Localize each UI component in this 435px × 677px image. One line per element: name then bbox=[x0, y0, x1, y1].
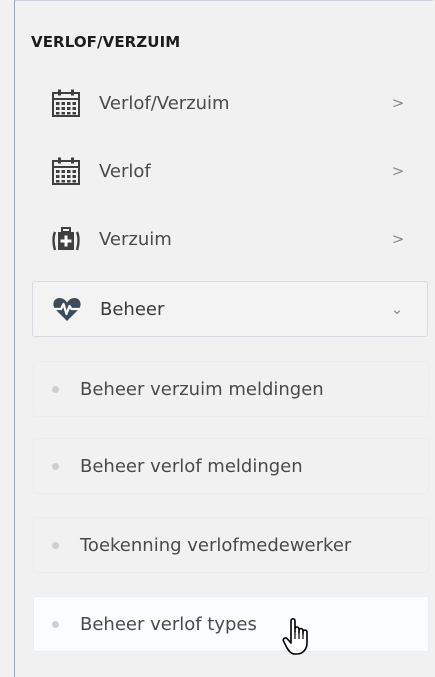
menu-item-verzuim[interactable]: Verzuim > bbox=[32, 213, 428, 265]
submenu-item-label: Toekenning verlofmedewerker bbox=[80, 534, 352, 556]
menu-item-verlof-verzuim[interactable]: Verlof/Verzuim > bbox=[32, 77, 428, 129]
menu-item-label: Verzuim bbox=[99, 228, 172, 250]
calendar-icon bbox=[51, 88, 81, 118]
medical-kit-icon bbox=[51, 224, 81, 254]
chevron-right-icon: > bbox=[391, 230, 405, 248]
menu-item-label: Verlof bbox=[99, 160, 151, 182]
chevron-right-icon: > bbox=[391, 162, 405, 180]
menu-item-label: Verlof/Verzuim bbox=[99, 92, 230, 114]
heartbeat-icon bbox=[52, 294, 82, 324]
menu-item-label: Beheer bbox=[100, 298, 165, 320]
submenu-item-beheer-verlof-types[interactable]: Beheer verlof types bbox=[33, 596, 429, 652]
submenu-item-beheer-verzuim-meldingen[interactable]: Beheer verzuim meldingen bbox=[33, 361, 429, 417]
sidebar-panel: VERLOF/VERZUIM Verlof/Verzuim > Verlof >… bbox=[14, 0, 433, 677]
hand-pointer-cursor-icon bbox=[282, 617, 308, 655]
bullet-icon bbox=[52, 620, 59, 628]
section-title: VERLOF/VERZUIM bbox=[31, 33, 181, 51]
submenu-item-label: Beheer verlof types bbox=[80, 613, 257, 635]
menu-item-verlof[interactable]: Verlof > bbox=[32, 145, 428, 197]
calendar-icon bbox=[51, 156, 81, 186]
bullet-icon bbox=[52, 541, 59, 549]
bullet-icon bbox=[52, 385, 59, 393]
bullet-icon bbox=[52, 462, 59, 470]
submenu-item-label: Beheer verzuim meldingen bbox=[80, 378, 324, 400]
chevron-down-icon: ⌄ bbox=[390, 300, 404, 318]
submenu-item-label: Beheer verlof meldingen bbox=[80, 455, 303, 477]
menu-item-beheer[interactable]: Beheer ⌄ bbox=[32, 281, 428, 337]
submenu-item-toekenning-verlofmedewerker[interactable]: Toekenning verlofmedewerker bbox=[33, 517, 429, 573]
chevron-right-icon: > bbox=[391, 94, 405, 112]
submenu-item-beheer-verlof-meldingen[interactable]: Beheer verlof meldingen bbox=[33, 438, 429, 494]
